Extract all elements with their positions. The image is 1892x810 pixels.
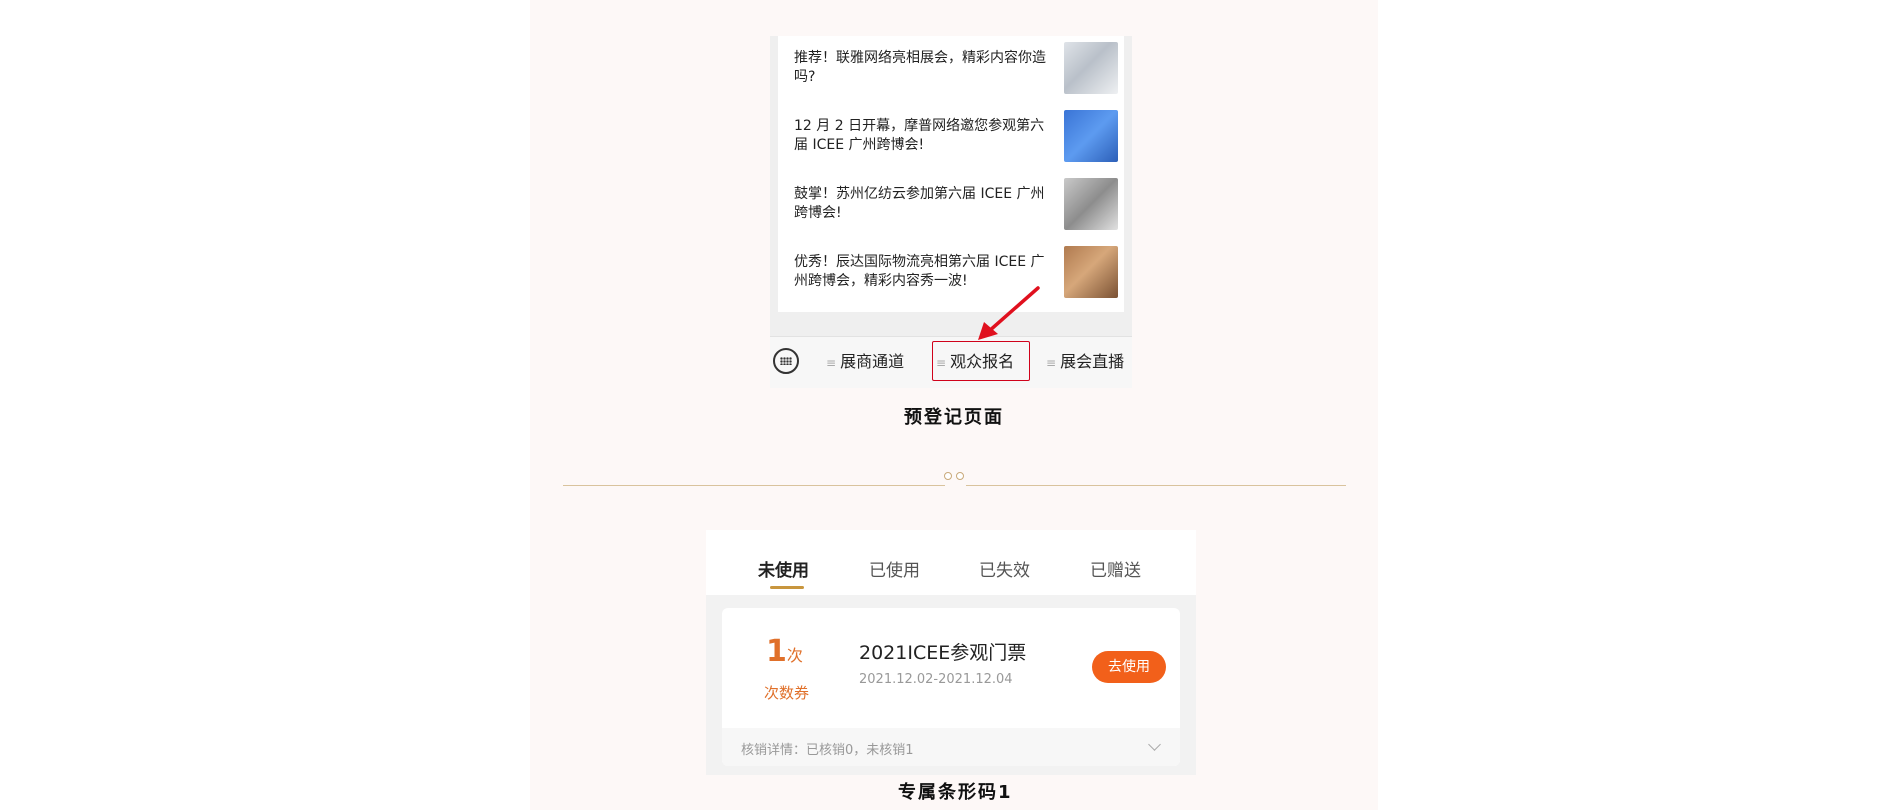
coupon-date-range: 2021.12.02-2021.12.04 — [859, 672, 1013, 687]
keyboard-icon[interactable] — [773, 348, 799, 374]
news-item[interactable]: 鼓掌！苏州亿纺云参加第六届 ICEE 广州跨博会! — [778, 172, 1124, 240]
coupon-title: 2021ICEE参观门票 — [859, 642, 1027, 664]
news-item[interactable]: 推荐！联雅网络亮相展会，精彩内容你造吗? — [778, 36, 1124, 104]
exclusive-barcode-caption: 专属条形码1 — [898, 782, 1013, 803]
news-thumbnail — [1064, 178, 1118, 230]
news-thumbnail — [1064, 42, 1118, 94]
tab-unused[interactable]: 未使用 — [758, 556, 809, 581]
pre-registration-caption: 预登记页面 — [904, 407, 1004, 428]
coupon-count: 1次 — [766, 634, 803, 669]
coupon-count-number: 1 — [766, 634, 787, 669]
coupon-count-unit: 次 — [786, 646, 803, 665]
menu-item-exhibitor-channel[interactable]: ≡ 展商通道 — [826, 350, 904, 374]
ticket-coupon-card: 1次 次数券 2021ICEE参观门票 2021.12.02-2021.12.0… — [722, 608, 1180, 766]
divider-line-right — [966, 485, 1346, 486]
coupon-type: 次数券 — [764, 684, 810, 702]
menu-lines-icon: ≡ — [826, 356, 837, 370]
redemption-details-text: 核销详情：已核销0，未核销1 — [741, 743, 914, 758]
chevron-down-icon[interactable] — [1148, 738, 1161, 751]
divider-line-left — [563, 485, 945, 486]
news-title: 推荐！联雅网络亮相展会，精彩内容你造吗? — [794, 50, 1046, 85]
active-tab-indicator — [770, 586, 804, 589]
news-title: 鼓掌！苏州亿纺云参加第六届 ICEE 广州跨博会! — [794, 186, 1045, 221]
menu-item-label: 展商通道 — [840, 352, 905, 371]
news-thumbnail — [1064, 110, 1118, 162]
use-ticket-button[interactable]: 去使用 — [1092, 651, 1166, 683]
news-title: 12 月 2 日开幕，摩普网络邀您参观第六届 ICEE 广州跨博会! — [794, 118, 1045, 153]
tab-used[interactable]: 已使用 — [869, 556, 920, 581]
tab-gifted[interactable]: 已赠送 — [1090, 556, 1141, 581]
ticket-tab-bar: 未使用 已使用 已失效 已赠送 — [706, 530, 1196, 595]
divider-dot — [956, 472, 964, 480]
coupon-redemption-details[interactable]: 核销详情：已核销0，未核销1 — [722, 728, 1180, 766]
ticket-screenshot: 未使用 已使用 已失效 已赠送 1次 次数券 2021ICEE参观门票 2021… — [706, 530, 1196, 775]
news-item[interactable]: 12 月 2 日开幕，摩普网络邀您参观第六届 ICEE 广州跨博会! — [778, 104, 1124, 172]
divider-dot — [944, 472, 952, 480]
tab-expired[interactable]: 已失效 — [979, 556, 1030, 581]
red-arrow-annotation — [978, 286, 1040, 340]
